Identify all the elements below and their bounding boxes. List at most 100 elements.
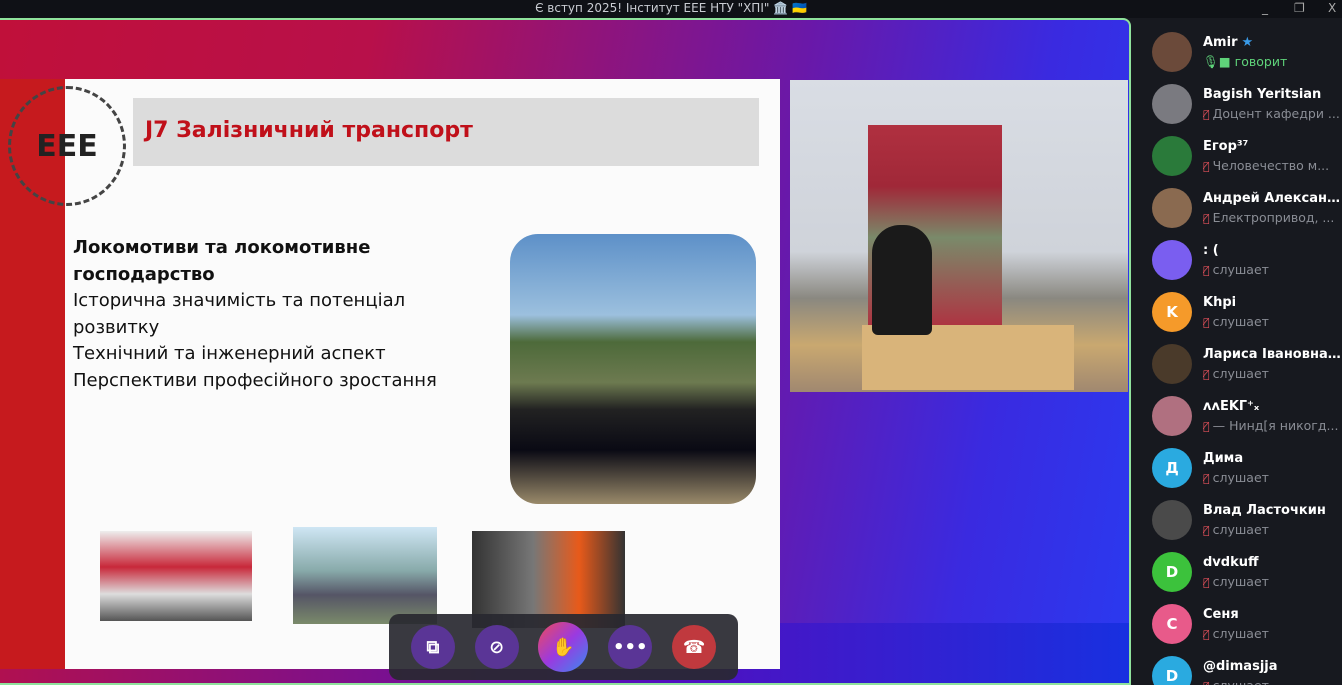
window-title: Є вступ 2025! Інститут ЕЕЕ НТУ "ХПІ" 🏛️ … <box>535 1 807 15</box>
participant-name: Лариса Івановна ... <box>1203 347 1342 362</box>
participant-name: @dimasjja <box>1203 659 1342 674</box>
avatar <box>1152 32 1192 72</box>
participant-item[interactable]: D dvdkuff 🎙̸ слушает <box>1152 544 1342 596</box>
name-text: Андрей Александ... <box>1203 191 1342 206</box>
slide-line: Технічний та інженерний аспект <box>73 343 386 364</box>
maximize-button[interactable]: ❐ <box>1294 0 1305 16</box>
name-text: Лариса Івановна ... <box>1203 347 1342 362</box>
participant-status: 🎙̸слушает <box>1203 626 1342 641</box>
name-text: : ( <box>1203 243 1219 258</box>
status-text: Доцент кафедри ... <box>1212 106 1340 121</box>
status-text: слушает <box>1212 522 1269 537</box>
participant-item[interactable]: ᴧᴧEKᒥ⁺ₓ 🎙̸ — Нинд[я никогд... <box>1152 388 1342 440</box>
name-text: dvdkuff <box>1203 555 1259 570</box>
mic-muted-icon: 🎙̸ <box>1203 212 1210 225</box>
status-text: говорит <box>1234 54 1288 69</box>
participant-name: Дима <box>1203 451 1342 466</box>
participant-status: 🎙̸ — Нинд[я никогд... <box>1203 418 1342 433</box>
participant-name: ᴧᴧEKᒥ⁺ₓ <box>1203 399 1342 414</box>
avatar: D <box>1152 552 1192 592</box>
more-button[interactable]: ••• <box>608 625 653 669</box>
avatar <box>1152 136 1192 176</box>
avatar: Д <box>1152 448 1192 488</box>
name-text: Дима <box>1203 451 1244 466</box>
mic-muted-icon: 🎙̸ <box>1203 472 1210 485</box>
status-text: слушает <box>1213 678 1269 685</box>
participant-item[interactable]: С Сеня 🎙̸ слушает <box>1152 596 1342 648</box>
participant-item[interactable]: D @dimasjja 🎙̸слушает <box>1152 648 1342 685</box>
participant-status: 🎙̸слушает <box>1203 574 1342 589</box>
avatar <box>1152 188 1192 228</box>
camera-icon: ■ <box>1218 54 1235 69</box>
participant-status: 🎙̸слушает <box>1203 314 1342 329</box>
avatar <box>1152 84 1192 124</box>
slide-title: J7 Залізничний транспорт <box>133 98 759 166</box>
participant-status: 🎙̸слушает <box>1203 262 1342 277</box>
name-text: @dimasjja <box>1203 659 1278 674</box>
train-photo <box>510 234 756 504</box>
eee-logo: EEE <box>8 86 126 206</box>
status-text: слушает <box>1212 470 1269 485</box>
slide-line: Перспективи професійного зростання <box>73 369 437 391</box>
video-toggle-button[interactable]: ⊘ <box>474 625 519 669</box>
participant-item[interactable]: Андрей Александ... 🎙̸ Електропривод, ... <box>1152 180 1342 232</box>
participant-item[interactable]: Влад Ласточкин 🎙̸ слушает <box>1152 492 1342 544</box>
participant-status: 🎙̸слушает <box>1203 366 1342 381</box>
status-text: слушает <box>1212 574 1269 589</box>
mic-muted-icon: 🎙̸ <box>1203 628 1210 641</box>
mic-muted-icon: 🎙̸ <box>1203 680 1210 685</box>
participant-item[interactable]: Лариса Івановна ... 🎙̸ слушает <box>1152 336 1342 388</box>
avatar: D <box>1152 656 1192 685</box>
speaker-video[interactable] <box>790 80 1128 392</box>
participant-item[interactable]: : ( 🎙̸ слушает <box>1152 232 1342 284</box>
more-icon: ••• <box>613 636 648 658</box>
raise-hand-button[interactable]: ✋ <box>538 622 589 672</box>
status-text: слушает <box>1212 626 1269 641</box>
mic-muted-icon: 🎙̸ <box>1203 316 1210 329</box>
screen-share-button[interactable]: ⧉ <box>410 625 455 669</box>
status-text: — Нинд[я никогд... <box>1212 418 1339 433</box>
status-text: слушает <box>1212 262 1269 277</box>
name-text: Amir <box>1203 35 1238 50</box>
mic-muted-icon: 🎙̸ <box>1203 576 1210 589</box>
slide-body: Локомотиви та локомотивне господарство І… <box>73 235 493 394</box>
close-button[interactable]: X <box>1328 0 1336 16</box>
name-text: Сеня <box>1203 607 1239 622</box>
participant-item[interactable]: K Khpi 🎙̸ слушает <box>1152 284 1342 336</box>
participant-name: : ( <box>1203 243 1342 258</box>
leave-call-button[interactable]: ☎ <box>672 625 717 669</box>
presentation-slide[interactable]: J7 Залізничний транспорт Локомотиви та л… <box>65 79 780 669</box>
speaker <box>872 225 932 335</box>
participant-item[interactable]: Bagish Yeritsian 🎙̸ Доцент кафедри ... <box>1152 76 1342 128</box>
name-text: Bagish Yeritsian <box>1203 87 1322 102</box>
mic-muted-icon: 🎙̸ <box>1203 264 1210 277</box>
screen-share-icon: ⧉ <box>426 636 440 658</box>
participant-name: Егор³⁷ <box>1203 139 1342 154</box>
mic-muted-icon: 🎙̸ <box>1203 160 1210 173</box>
avatar: С <box>1152 604 1192 644</box>
video-off-icon: ⊘ <box>489 636 505 658</box>
status-text: слушает <box>1212 366 1269 381</box>
status-text: слушает <box>1212 314 1269 329</box>
participant-name: Bagish Yeritsian <box>1203 87 1342 102</box>
participant-item[interactable]: Егор³⁷ 🎙̸ Человечество м... <box>1152 128 1342 180</box>
participant-item[interactable]: Д Дима 🎙̸ слушает <box>1152 440 1342 492</box>
participant-item[interactable]: Amir ★ 🎙■ говорит <box>1152 24 1342 76</box>
call-controls: ⧉ ⊘ ✋ ••• ☎ <box>389 614 738 680</box>
mic-muted-icon: 🎙̸ <box>1203 368 1210 381</box>
participant-status: 🎙̸слушает <box>1203 678 1342 685</box>
star-icon: ★ <box>1241 35 1254 50</box>
participant-name: Amir ★ <box>1203 35 1342 50</box>
title-bar: Є вступ 2025! Інститут ЕЕЕ НТУ "ХПІ" 🏛️ … <box>0 0 1342 18</box>
minimize-button[interactable]: _ <box>1262 0 1268 16</box>
avatar: K <box>1152 292 1192 332</box>
mic-icon: 🎙 <box>1203 54 1219 69</box>
name-text: Khpi <box>1203 295 1237 310</box>
slide-line: Історична значимість та потенціал розвит… <box>73 290 406 338</box>
participants-list: Amir ★ 🎙■ говорит Bagish Yeritsian 🎙̸ Доце… <box>1140 20 1342 685</box>
name-text: ᴧᴧEKᒥ⁺ₓ <box>1203 399 1260 414</box>
participant-status: 🎙̸ Доцент кафедри ... <box>1203 106 1342 121</box>
participant-status: 🎙■ говорит <box>1203 54 1342 70</box>
participant-name: Влад Ласточкин <box>1203 503 1342 518</box>
train-photo-small <box>100 531 252 621</box>
